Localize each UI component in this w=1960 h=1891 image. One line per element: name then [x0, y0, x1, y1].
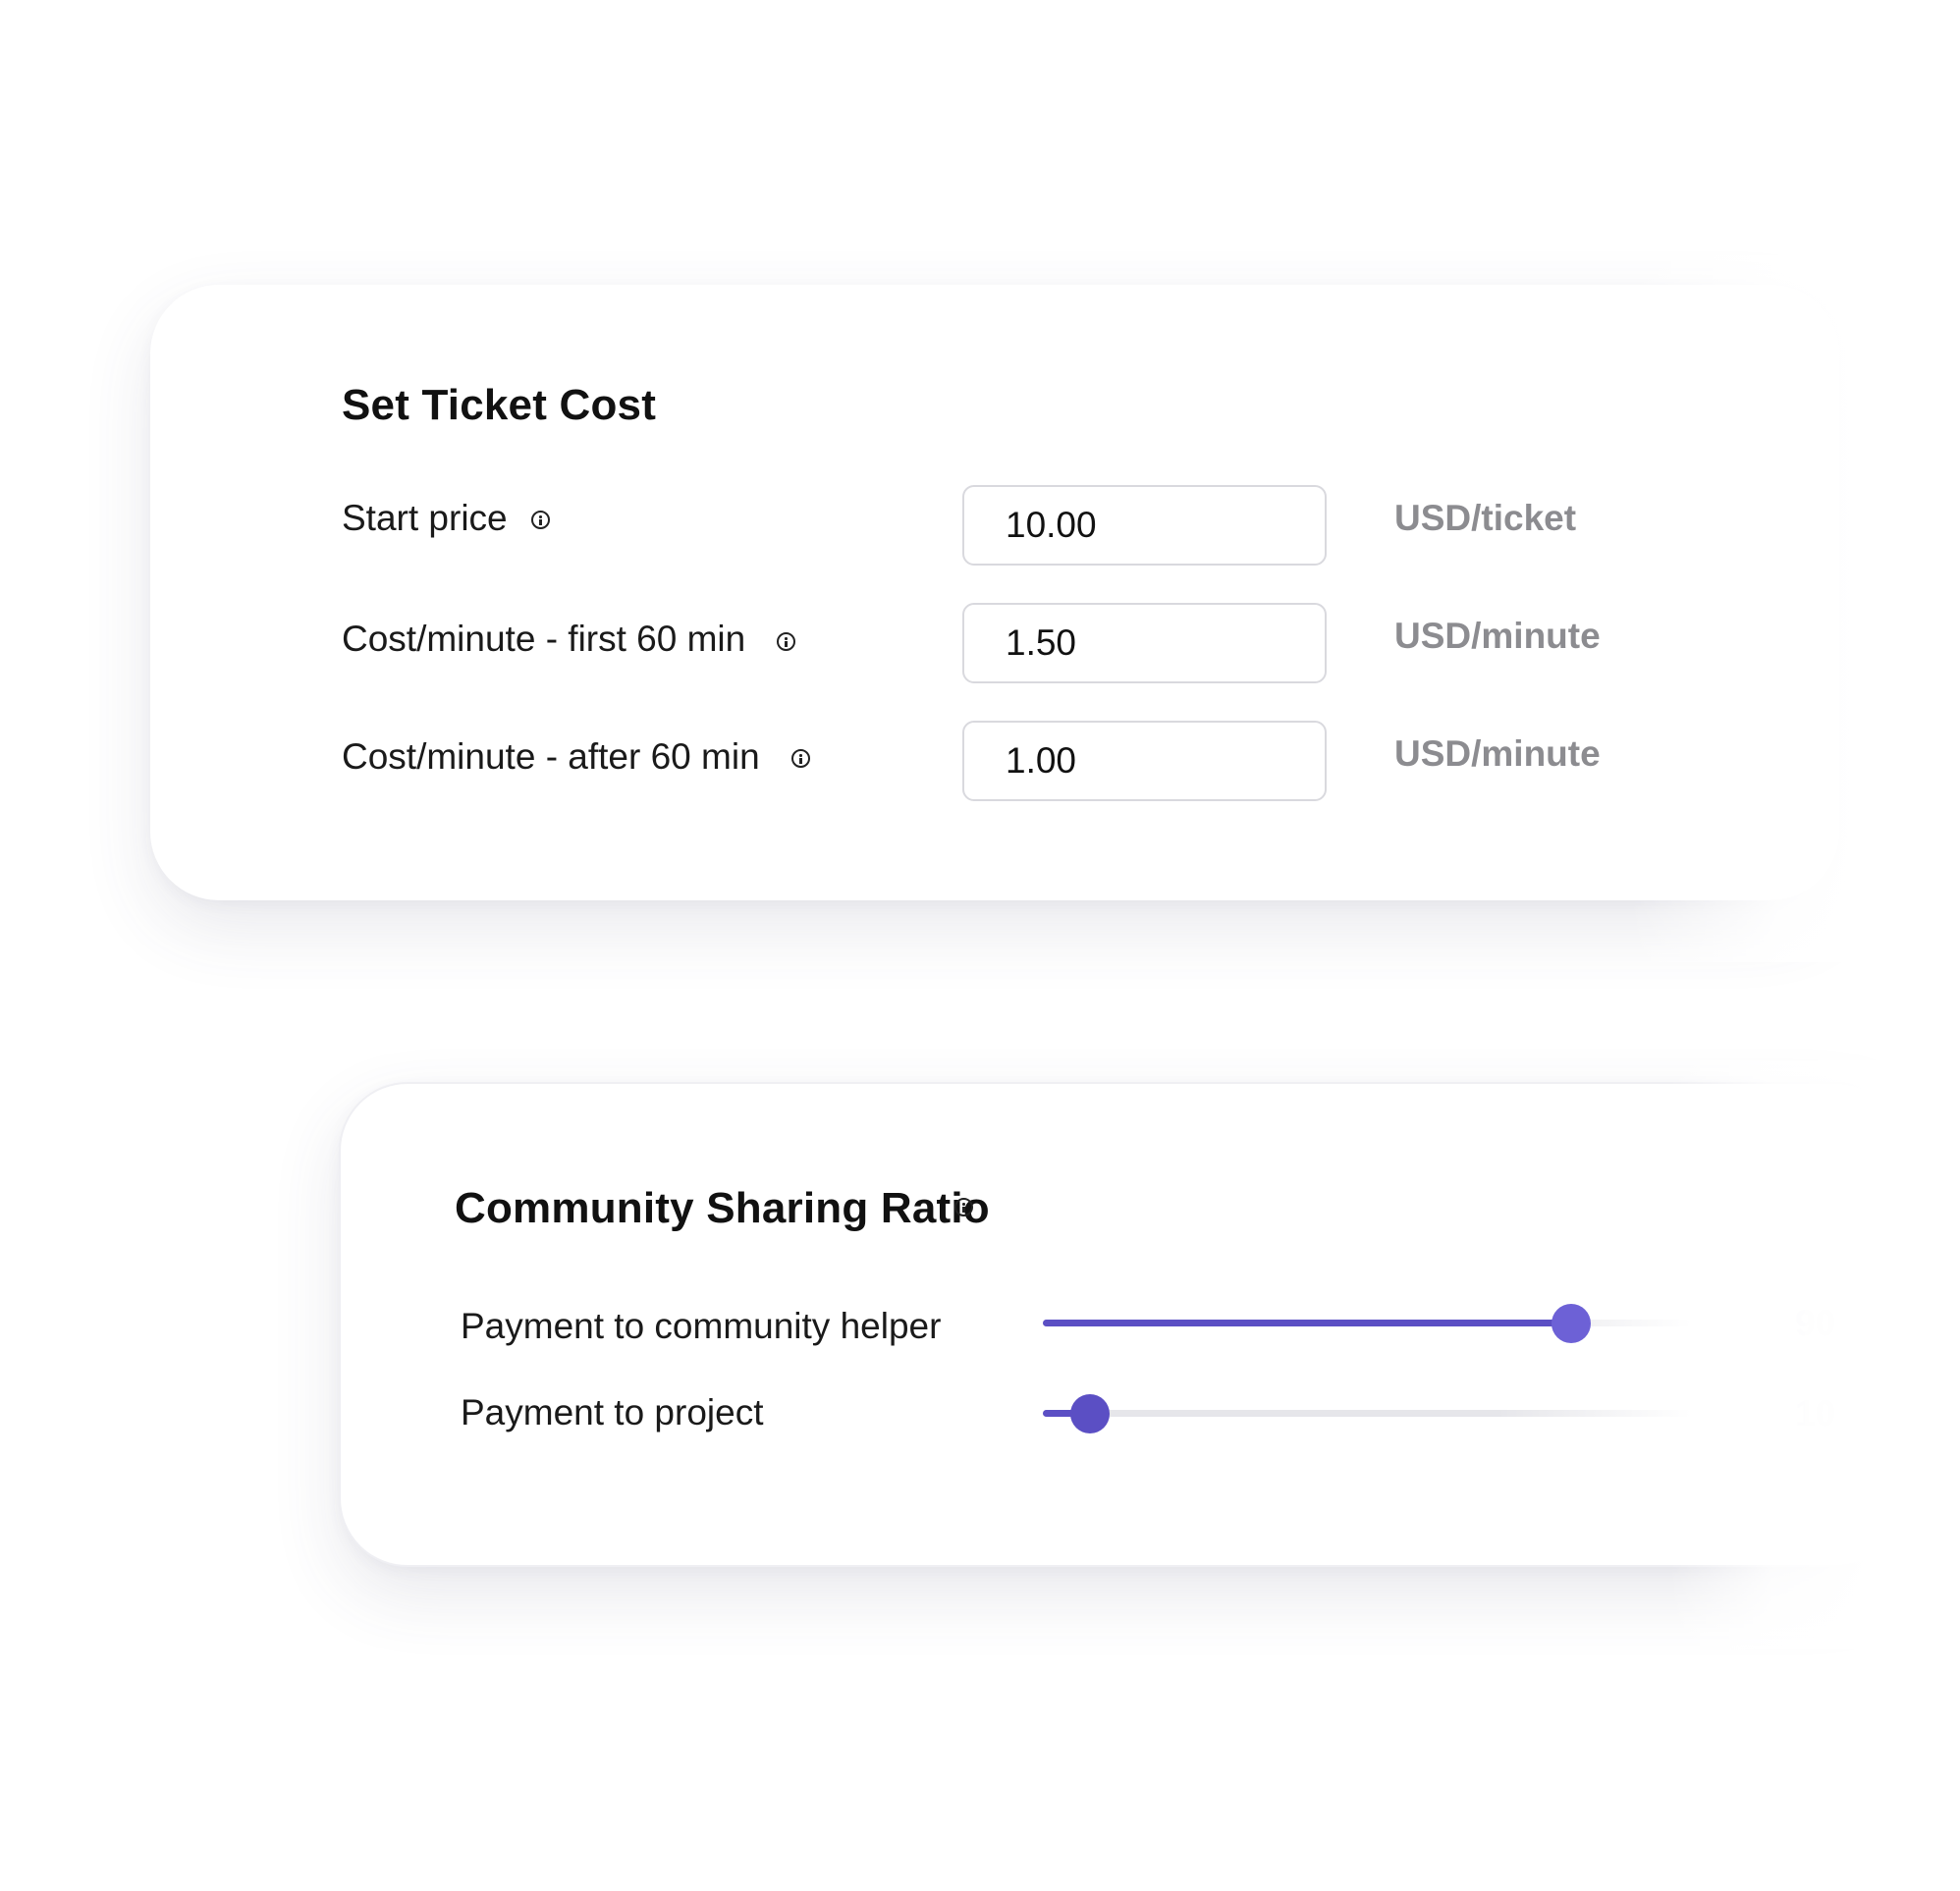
cost-first-60-input[interactable]	[962, 603, 1327, 683]
cost-first-60-unit: USD/minute	[1394, 616, 1601, 656]
community-helper-label: Payment to community helper	[461, 1306, 942, 1346]
info-icon[interactable]	[954, 1198, 973, 1216]
project-payment-value: 10	[1795, 1393, 1836, 1433]
cost-first-60-label: Cost/minute - first 60 min	[342, 619, 746, 659]
start-price-input[interactable]	[962, 485, 1327, 566]
info-icon[interactable]	[791, 749, 810, 768]
cost-after-60-input[interactable]	[962, 721, 1327, 801]
project-payment-slider[interactable]	[1043, 1393, 1691, 1433]
cost-after-60-unit: USD/minute	[1394, 733, 1601, 774]
slider-fill	[1043, 1320, 1571, 1326]
start-price-label: Start price	[342, 498, 508, 538]
ticket-cost-card	[150, 285, 1839, 900]
cost-after-60-label: Cost/minute - after 60 min	[342, 736, 760, 777]
project-payment-label: Payment to project	[461, 1392, 764, 1432]
community-helper-value: 90	[1795, 1303, 1836, 1343]
start-price-unit: USD/ticket	[1394, 498, 1577, 538]
info-icon[interactable]	[777, 632, 795, 651]
slider-thumb[interactable]	[1552, 1303, 1591, 1343]
slider-thumb[interactable]	[1070, 1393, 1110, 1433]
sharing-ratio-title: Community Sharing Ratio	[455, 1184, 990, 1232]
ticket-cost-title: Set Ticket Cost	[342, 381, 657, 429]
community-helper-slider[interactable]	[1043, 1303, 1691, 1343]
info-icon[interactable]	[531, 511, 550, 529]
